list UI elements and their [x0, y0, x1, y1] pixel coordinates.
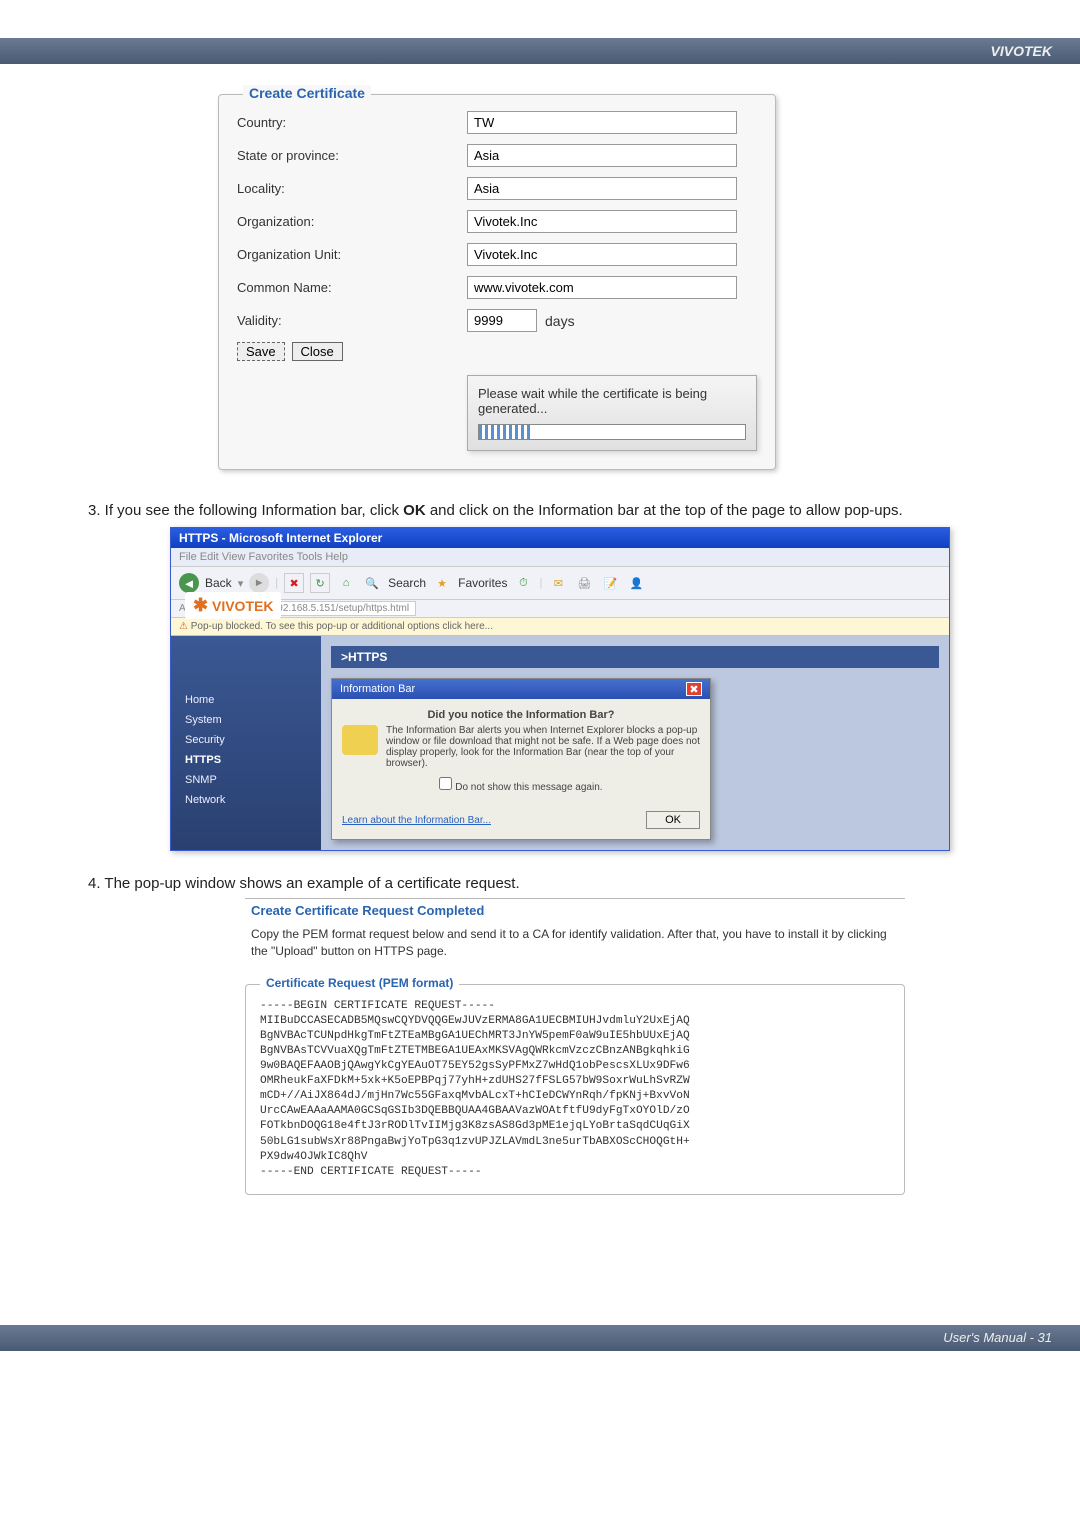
- row-locality: Locality:: [237, 177, 757, 200]
- row-state: State or province:: [237, 144, 757, 167]
- sidebar-item-https[interactable]: HTTPS: [185, 754, 307, 766]
- input-locality[interactable]: [467, 177, 737, 200]
- label-locality: Locality:: [237, 181, 467, 196]
- ie-menubar[interactable]: File Edit View Favorites Tools Help: [171, 548, 949, 567]
- home-icon[interactable]: ⌂: [336, 573, 356, 593]
- search-label[interactable]: Search: [388, 576, 426, 590]
- back-label[interactable]: Back: [205, 576, 232, 590]
- popup-blocked-icon: ⚠: [179, 621, 188, 632]
- pem-fieldset: Certificate Request (PEM format) -----BE…: [245, 984, 905, 1195]
- save-button[interactable]: Save: [237, 342, 285, 361]
- dialog-checkbox-row: Do not show this message again.: [342, 777, 700, 793]
- dialog-title-text: Information Bar: [340, 683, 415, 695]
- footer-text: User's Manual - 31: [943, 1330, 1052, 1345]
- mail-icon[interactable]: ✉: [548, 573, 568, 593]
- close-button[interactable]: Close: [292, 342, 343, 361]
- button-row: Save Close: [237, 342, 757, 361]
- vivotek-logo: ✱ VIVOTEK: [185, 592, 281, 619]
- sidebar-item-snmp[interactable]: SNMP: [185, 774, 307, 786]
- information-bar-dialog: Information Bar ✖ Did you notice the Inf…: [331, 678, 711, 840]
- progress-fill: [479, 425, 532, 439]
- input-state[interactable]: [467, 144, 737, 167]
- history-icon[interactable]: ⏱: [513, 573, 533, 593]
- back-icon[interactable]: ◄: [179, 573, 199, 593]
- ie-body: ✱ VIVOTEK Home System Security HTTPS SNM…: [171, 636, 949, 850]
- footer-band: User's Manual - 31: [0, 1325, 1080, 1351]
- cert-request-desc: Copy the PEM format request below and se…: [245, 926, 905, 974]
- refresh-icon[interactable]: ↻: [310, 573, 330, 593]
- ie-titlebar: HTTPS - Microsoft Internet Explorer: [171, 528, 949, 548]
- messenger-icon[interactable]: 👤: [626, 573, 646, 593]
- favorites-label[interactable]: Favorites: [458, 576, 507, 590]
- create-certificate-panel: Create Certificate Country: State or pro…: [218, 94, 776, 470]
- label-validity: Validity:: [237, 313, 467, 328]
- sidebar-item-network[interactable]: Network: [185, 794, 307, 806]
- input-validity[interactable]: [467, 309, 537, 332]
- ie-main: >HTTPS Information Bar ✖ Did you notice …: [321, 636, 949, 850]
- validity-unit: days: [545, 313, 575, 329]
- row-country: Country:: [237, 111, 757, 134]
- row-validity: Validity: days: [237, 309, 757, 332]
- favorites-icon[interactable]: ★: [432, 573, 452, 593]
- input-organization[interactable]: [467, 210, 737, 233]
- input-org-unit[interactable]: [467, 243, 737, 266]
- progress-bar: [478, 424, 746, 440]
- print-icon[interactable]: 🖨: [574, 573, 594, 593]
- dont-show-label: Do not show this message again.: [455, 782, 602, 793]
- close-icon[interactable]: ✖: [686, 682, 702, 696]
- pem-text[interactable]: -----BEGIN CERTIFICATE REQUEST----- MIIB…: [260, 999, 890, 1180]
- ie-infobar-text: Pop-up blocked. To see this pop-up or ad…: [191, 621, 493, 632]
- cert-request-panel: Create Certificate Request Completed Cop…: [245, 898, 905, 1195]
- ok-button[interactable]: OK: [646, 811, 700, 829]
- sidebar-item-home[interactable]: Home: [185, 694, 307, 706]
- forward-icon[interactable]: ►: [249, 573, 269, 593]
- generating-panel: Please wait while the certificate is bei…: [467, 375, 757, 451]
- sidebar-item-system[interactable]: System: [185, 714, 307, 726]
- learn-more-link[interactable]: Learn about the Information Bar...: [342, 815, 491, 826]
- input-country[interactable]: [467, 111, 737, 134]
- dialog-message: The Information Bar alerts you when Inte…: [386, 725, 700, 769]
- input-cn[interactable]: [467, 276, 737, 299]
- generating-text: Please wait while the certificate is bei…: [478, 386, 746, 416]
- ie-address-bar: Address 📄 http://192.168.5.151/setup/htt…: [171, 600, 949, 618]
- info-icon: [342, 725, 378, 755]
- row-org-unit: Organization Unit:: [237, 243, 757, 266]
- step3-text: 3. If you see the following Information …: [88, 500, 1012, 521]
- dialog-titlebar: Information Bar ✖: [332, 679, 710, 699]
- row-cn: Common Name:: [237, 276, 757, 299]
- dialog-footer: Learn about the Information Bar... OK: [332, 811, 710, 839]
- ie-information-bar[interactable]: ⚠ Pop-up blocked. To see this pop-up or …: [171, 618, 949, 636]
- create-certificate-legend: Create Certificate: [243, 85, 371, 101]
- ie-window: HTTPS - Microsoft Internet Explorer File…: [170, 527, 950, 851]
- row-organization: Organization:: [237, 210, 757, 233]
- ie-toolbar: ◄ Back ▾ ► | ✖ ↻ ⌂ 🔍 Search ★ Favorites …: [171, 567, 949, 600]
- label-organization: Organization:: [237, 214, 467, 229]
- brand-logo: VIVOTEK: [991, 43, 1052, 59]
- sidebar-item-security[interactable]: Security: [185, 734, 307, 746]
- ie-sidebar: ✱ VIVOTEK Home System Security HTTPS SNM…: [171, 636, 321, 850]
- label-state: State or province:: [237, 148, 467, 163]
- step4-text: 4. The pop-up window shows an example of…: [88, 873, 1012, 894]
- dialog-heading: Did you notice the Information Bar?: [342, 709, 700, 721]
- label-org-unit: Organization Unit:: [237, 247, 467, 262]
- label-country: Country:: [237, 115, 467, 130]
- edit-icon[interactable]: 📝: [600, 573, 620, 593]
- pem-legend: Certificate Request (PEM format): [260, 976, 459, 990]
- page-content: Create Certificate Country: State or pro…: [0, 64, 1080, 1195]
- https-section-header: >HTTPS: [331, 646, 939, 668]
- dont-show-checkbox[interactable]: [439, 777, 452, 790]
- header-band: VIVOTEK: [0, 38, 1080, 64]
- search-icon[interactable]: 🔍: [362, 573, 382, 593]
- label-cn: Common Name:: [237, 280, 467, 295]
- cert-request-title: Create Certificate Request Completed: [245, 898, 905, 926]
- dialog-body: Did you notice the Information Bar? The …: [332, 699, 710, 811]
- stop-icon[interactable]: ✖: [284, 573, 304, 593]
